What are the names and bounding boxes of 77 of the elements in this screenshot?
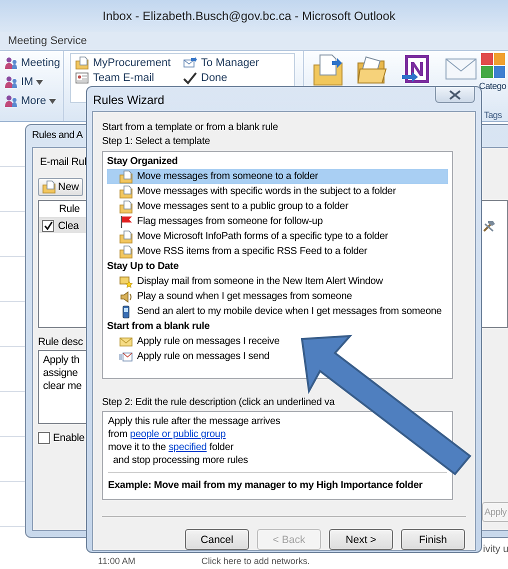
instruction-text: Start from a template or from a blank rule xyxy=(102,121,278,135)
time-text: 11:00 AM xyxy=(98,556,136,567)
example-text: Example: Move mail from my manager to my High Importance folder xyxy=(108,480,423,491)
description-line: Apply th xyxy=(43,354,80,367)
link[interactable]: people or public group xyxy=(130,429,226,440)
quick-step[interactable]: Done xyxy=(183,70,228,85)
status-text: ivity u xyxy=(483,544,508,555)
people-icon xyxy=(4,56,18,70)
template-item[interactable]: Move messages sent to a public group to a folder xyxy=(107,199,448,214)
window-title: Inbox - Elizabeth.Busch@gov.bc.ca - Microsoft Outlook xyxy=(102,9,396,23)
tab[interactable]: E-mail Rul xyxy=(40,156,86,168)
rule-name: Clea xyxy=(58,220,79,232)
window-title: Rules Wizard xyxy=(93,93,164,107)
template-item[interactable]: Display mail from someone in the New Item Alert Window xyxy=(107,274,448,289)
quick-step[interactable]: To Manager xyxy=(183,55,260,70)
dialog-button[interactable]: Finish xyxy=(401,529,465,550)
ribbon-button[interactable]: More xyxy=(4,93,56,109)
description-line: and stop processing more rules xyxy=(113,454,248,467)
dialog-button[interactable]: Cancel xyxy=(185,529,249,550)
template-item[interactable]: Move messages from someone to a folder xyxy=(107,169,448,184)
section-label: Rule desc xyxy=(38,336,83,348)
step-label: Step 1: Select a template xyxy=(102,135,210,149)
template-item[interactable]: Flag messages from someone for follow-up xyxy=(107,214,448,229)
close-icon xyxy=(449,90,461,100)
template-item[interactable]: Apply rule on messages I receive xyxy=(107,334,448,349)
envelope-star-icon xyxy=(119,274,133,288)
folder-move-icon xyxy=(312,53,344,87)
quick-step[interactable]: MyProcurement xyxy=(75,55,171,70)
grid-icon xyxy=(479,51,505,81)
hint-text: Click here to add networks. xyxy=(201,556,310,567)
description-line: from people or public group xyxy=(108,428,226,441)
template-item[interactable]: Move RSS items from a specific RSS Feed to a folder xyxy=(107,244,448,259)
speaker-icon xyxy=(119,290,133,304)
description-line: move it to the specified folder xyxy=(108,441,234,454)
close-button[interactable] xyxy=(435,87,475,103)
folder-icon xyxy=(42,180,56,194)
ribbon-button[interactable]: IM xyxy=(4,74,44,90)
folder-icon xyxy=(119,230,133,244)
dialog-button: < Back xyxy=(257,529,321,550)
ribbon-button[interactable]: Meeting xyxy=(4,55,60,71)
envelope-icon xyxy=(119,334,133,348)
window-title: Rules and A xyxy=(32,130,83,143)
checkbox[interactable] xyxy=(42,220,54,232)
description-line: clear me xyxy=(43,380,82,393)
check-icon xyxy=(183,70,197,84)
column-header: Rule xyxy=(59,203,80,215)
folder-icon xyxy=(119,244,133,258)
group-heading: Stay Up to Date xyxy=(107,260,179,274)
dialog-button[interactable]: Next > xyxy=(329,529,393,550)
group-heading: Stay Organized xyxy=(107,155,178,169)
template-item[interactable]: Apply rule on messages I send xyxy=(107,349,448,364)
template-item[interactable]: Play a sound when I get messages from someone xyxy=(107,289,448,304)
checkbox-label: Enable xyxy=(53,432,84,444)
envelope-icon xyxy=(183,56,197,70)
description-line: assigne xyxy=(43,367,78,380)
card-icon xyxy=(75,70,89,84)
checkbox[interactable] xyxy=(38,432,50,444)
group-label: Tags xyxy=(484,110,502,120)
link[interactable]: specified xyxy=(168,442,207,453)
template-item[interactable]: Move Microsoft InfoPath forms of a specific type to a folder xyxy=(107,229,448,244)
people-icon xyxy=(4,94,18,108)
description-line: Apply this rule after the message arrives xyxy=(108,415,280,428)
folder-icon xyxy=(75,56,89,70)
quick-step[interactable]: Team E-mail xyxy=(75,70,154,85)
ribbon-tab[interactable]: Meeting Service xyxy=(8,35,87,47)
flag-icon xyxy=(119,214,133,228)
new-button[interactable]: New xyxy=(38,178,84,196)
folder-icon xyxy=(119,200,133,214)
group-heading: Start from a blank rule xyxy=(107,320,210,334)
step-label: Step 2: Edit the rule description (click an underlined va xyxy=(102,396,335,410)
categorize-button[interactable]: Catego xyxy=(479,81,506,91)
folder-icon xyxy=(119,184,133,198)
people-icon xyxy=(4,75,18,89)
envelope-icon xyxy=(119,350,133,364)
template-item[interactable]: Move messages with specific words in the subject to a folder xyxy=(107,184,448,199)
folder-icon xyxy=(119,170,133,184)
template-item[interactable]: Send an alert to my mobile device when I get messages from someone xyxy=(107,304,448,319)
